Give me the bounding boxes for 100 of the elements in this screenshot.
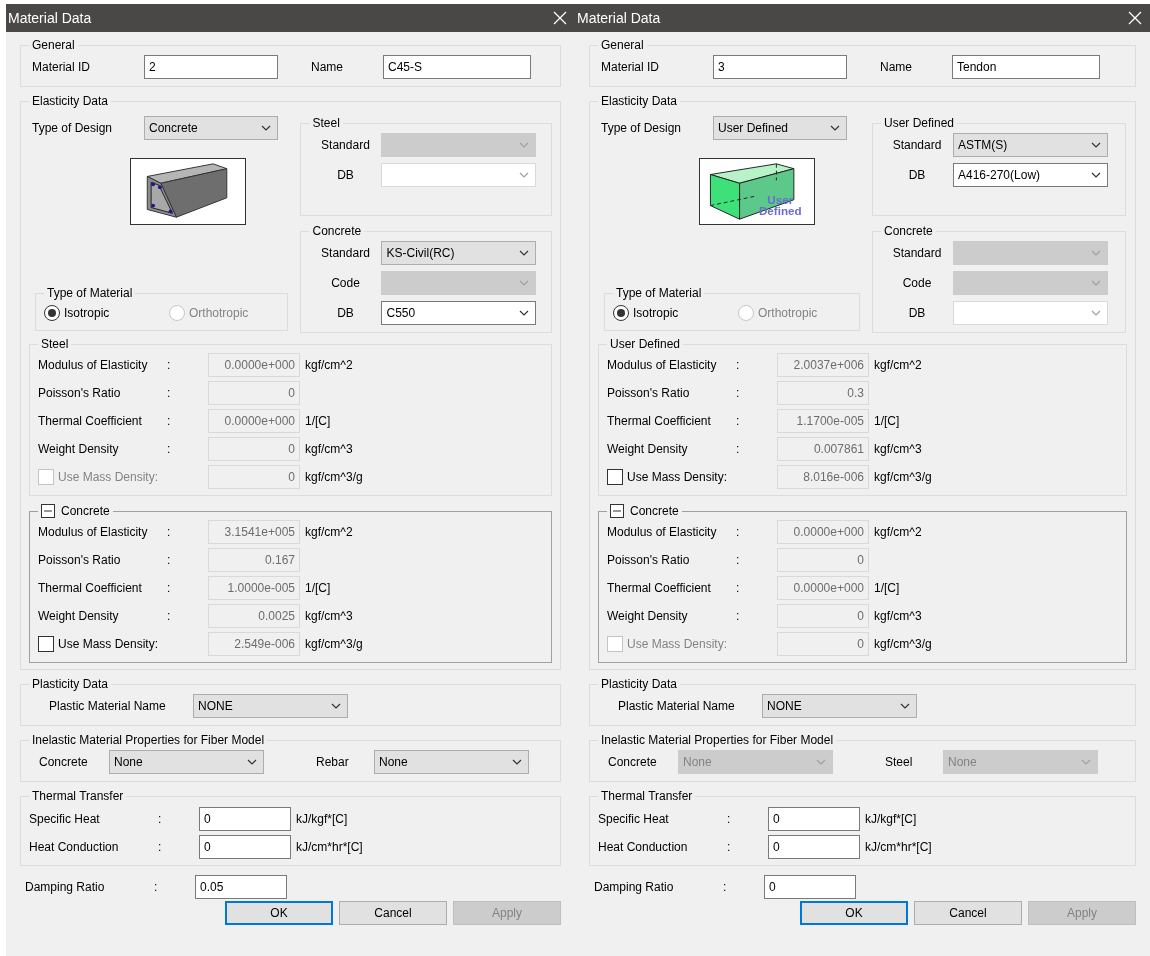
value-field[interactable]: 0.0000e+000 — [208, 409, 300, 433]
group-title: Plasticity Data — [31, 677, 110, 691]
value-field[interactable]: 0.167 — [208, 548, 300, 572]
value-field[interactable]: 0 — [777, 548, 869, 572]
value-field[interactable]: 0.0000e+000 — [208, 353, 300, 377]
window-title: Material Data — [8, 8, 92, 28]
input-field[interactable]: 0 — [199, 807, 291, 831]
value-field[interactable]: 0.007861 — [777, 437, 869, 461]
group-title: Inelastic Material Properties for Fiber Model — [31, 733, 266, 747]
value-field[interactable]: 0.0000e+000 — [777, 520, 869, 544]
colon: : — [726, 811, 732, 828]
collapse-icon[interactable] — [610, 504, 624, 518]
value-field[interactable]: 0 — [208, 381, 300, 405]
label: Plastic Material Name — [48, 698, 167, 715]
dropdown[interactable]: C550 — [381, 301, 537, 325]
dropdown[interactable]: ASTM(S) — [953, 133, 1108, 157]
unit-label: 1/[C] — [305, 580, 332, 597]
colon: : — [722, 879, 728, 896]
input-field[interactable]: 0.05 — [195, 875, 287, 899]
caret-icon — [261, 125, 271, 131]
value-field[interactable]: 1.1700e-005 — [777, 409, 869, 433]
dropdown[interactable]: NONE — [193, 694, 348, 718]
checkbox[interactable]: Use Mass Density: — [607, 468, 772, 486]
value-field[interactable]: 0.0025 — [208, 604, 300, 628]
label: Thermal Coefficient — [38, 580, 143, 597]
unit-label: kgf/cm^3/g — [874, 469, 933, 486]
collapse-icon[interactable] — [41, 504, 55, 518]
unit-label: kgf/cm^3/g — [874, 636, 933, 653]
dropdown[interactable]: User Defined — [713, 116, 847, 140]
dropdown[interactable]: None — [374, 750, 529, 774]
label: Modulus of Elasticity — [38, 524, 149, 541]
colon: : — [735, 524, 741, 541]
value-field[interactable]: 3.1541e+005 — [208, 520, 300, 544]
group-title: General — [600, 38, 645, 52]
colon: : — [726, 839, 732, 856]
label: Specific Heat — [29, 811, 101, 828]
value-field[interactable]: 2.549e-006 — [208, 632, 300, 656]
input-field[interactable]: 0 — [768, 807, 860, 831]
label: Standard — [891, 245, 943, 262]
unit-label: kJ/kgf*[C] — [865, 811, 918, 828]
dropdown[interactable]: KS-Civil(RC) — [381, 241, 537, 265]
colon: : — [166, 580, 172, 597]
dropdown[interactable]: None — [109, 750, 264, 774]
input-field[interactable]: 3 — [713, 55, 847, 79]
checkbox[interactable]: Use Mass Density: — [38, 635, 203, 653]
label: Type of Design — [31, 120, 114, 137]
dropdown[interactable]: NONE — [762, 694, 917, 718]
caret-icon — [900, 703, 910, 709]
caret-icon — [1091, 172, 1101, 178]
value-field[interactable]: 0 — [777, 604, 869, 628]
colon: : — [166, 385, 172, 402]
colon: : — [166, 552, 172, 569]
colon: : — [735, 441, 741, 458]
label: DB — [336, 167, 355, 184]
label: Name — [880, 59, 913, 76]
label: Rebar — [315, 754, 350, 771]
group-title: Steel — [311, 116, 341, 130]
dialog-button[interactable]: OK — [800, 901, 908, 925]
group-title: Concrete — [61, 504, 110, 518]
unit-label: 1/[C] — [305, 413, 332, 430]
unit-label: kgf/cm^3/g — [305, 469, 364, 486]
colon: : — [166, 441, 172, 458]
value-field[interactable]: 0 — [208, 437, 300, 461]
input-field[interactable]: 0 — [768, 835, 860, 859]
caret-icon — [519, 310, 530, 316]
radio-option[interactable]: Isotropic — [613, 304, 738, 322]
value-field[interactable]: 0.0000e+000 — [777, 576, 869, 600]
caret-icon — [519, 172, 530, 178]
group-title: Thermal Transfer — [600, 789, 694, 803]
label: Modulus of Elasticity — [38, 357, 149, 374]
label: Type of Design — [600, 120, 683, 137]
dialog-button[interactable]: Cancel — [339, 901, 447, 925]
dialog-button[interactable]: OK — [225, 901, 333, 925]
caret-icon — [816, 759, 826, 765]
value-field[interactable]: 2.0037e+006 — [777, 353, 869, 377]
radio-option[interactable]: Isotropic — [44, 304, 169, 322]
caret-icon — [830, 125, 840, 131]
group-title: User Defined — [883, 116, 956, 130]
label: Poisson's Ratio — [607, 385, 691, 402]
label: Damping Ratio — [594, 879, 675, 896]
colon: : — [735, 580, 741, 597]
unit-label: kJ/cm*hr*[C] — [865, 839, 933, 856]
window-title: Material Data — [577, 8, 661, 28]
value-field[interactable]: 8.016e-006 — [777, 465, 869, 489]
value-field[interactable]: 1.0000e-005 — [208, 576, 300, 600]
input-field[interactable]: 0 — [199, 835, 291, 859]
unit-label: kgf/cm^2 — [874, 357, 923, 374]
unit-label: 1/[C] — [874, 580, 901, 597]
value-field[interactable]: 0.3 — [777, 381, 869, 405]
input-field[interactable]: Tendon — [952, 55, 1100, 79]
dropdown[interactable]: A416-270(Low) — [953, 163, 1108, 187]
input-field[interactable]: 0 — [764, 875, 856, 899]
label: Name — [311, 59, 344, 76]
label: Material ID — [600, 59, 660, 76]
input-field[interactable]: C45-S — [383, 55, 531, 79]
input-field[interactable]: 2 — [144, 55, 278, 79]
unit-label: kgf/cm^3 — [874, 608, 923, 625]
dialog-button[interactable]: Cancel — [914, 901, 1022, 925]
dropdown[interactable]: Concrete — [144, 116, 278, 140]
unit-label: kgf/cm^3/g — [305, 636, 364, 653]
